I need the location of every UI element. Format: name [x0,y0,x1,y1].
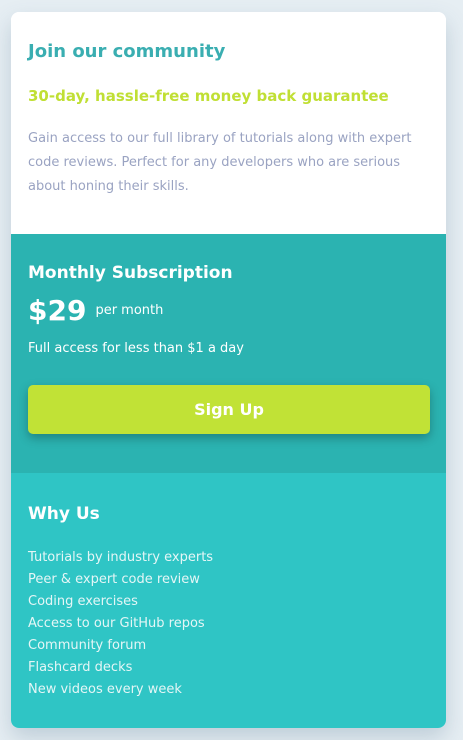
list-item: New videos every week [28,682,182,697]
list-item: Community forum [28,638,147,653]
price-value: $29 [28,294,87,327]
guarantee-text: 30-day, hassle-free money back guarantee [28,87,389,105]
why-us-list: Tutorials by industry experts Peer & exp… [28,547,429,701]
price-period: per month [95,303,164,318]
list-item: Coding exercises [28,594,138,609]
list-item: Flashcard decks [28,660,133,675]
price-row: $29 per month [28,293,429,329]
sign-up-button[interactable]: Sign Up [28,385,430,434]
subscription-section: Monthly Subscription $29 per month Full … [11,234,446,473]
access-note: Full access for less than $1 a day [28,341,244,356]
pricing-card: Join our community 30-day, hassle-free m… [11,12,446,728]
list-item: Access to our GitHub repos [28,616,205,631]
community-section: Join our community 30-day, hassle-free m… [11,12,446,234]
why-us-section: Why Us Tutorials by industry experts Pee… [11,473,446,728]
list-item: Peer & expert code review [28,572,200,587]
list-item: Tutorials by industry experts [28,550,214,565]
why-us-title: Why Us [28,504,100,524]
subscription-title: Monthly Subscription [28,263,233,283]
community-description: Gain access to our full library of tutor… [28,131,412,194]
community-title: Join our community [28,41,226,62]
